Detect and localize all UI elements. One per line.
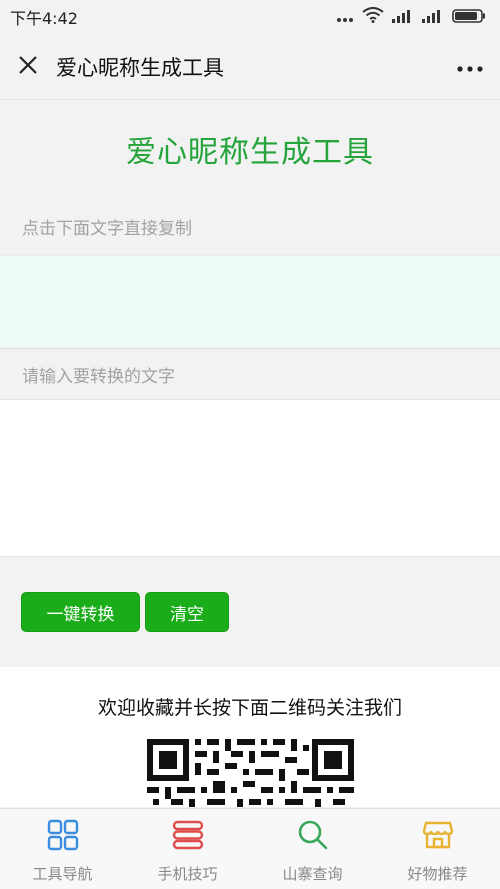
status-time: 下午4:42 xyxy=(10,9,78,28)
clear-button[interactable]: 清空 xyxy=(145,592,229,632)
shop-icon xyxy=(422,819,454,855)
tab-label: 工具导航 xyxy=(32,865,93,883)
action-buttons: 一键转换 清空 xyxy=(0,557,500,667)
text-input[interactable] xyxy=(0,399,500,557)
tab-label: 山寨查询 xyxy=(282,865,343,883)
signal-icon xyxy=(422,8,444,27)
signal-icon xyxy=(392,8,414,27)
page-title: 爱心昵称生成工具 xyxy=(56,55,224,80)
grid-icon xyxy=(47,819,79,855)
tab-fake-check[interactable]: 山寨查询 xyxy=(250,809,375,889)
follow-promo: 欢迎收藏并长按下面二维码关注我们 xyxy=(0,667,500,807)
nav-bar: 爱心昵称生成工具 xyxy=(0,34,500,100)
tab-label: 手机技巧 xyxy=(157,865,218,883)
bottom-tab-bar: 工具导航 手机技巧 山寨查询 好物推荐 xyxy=(0,808,500,889)
output-label: 点击下面文字直接复制 xyxy=(22,218,192,239)
more-button[interactable] xyxy=(440,34,500,100)
tab-phone-tips[interactable]: 手机技巧 xyxy=(125,809,250,889)
main-content: 爱心昵称生成工具 点击下面文字直接复制 请输入要转换的文字 一键转换 清空 欢迎… xyxy=(0,101,500,807)
wifi-icon xyxy=(362,7,384,27)
close-icon xyxy=(18,55,38,79)
tab-good-products[interactable]: 好物推荐 xyxy=(375,809,500,889)
convert-button[interactable]: 一键转换 xyxy=(21,592,140,632)
input-label: 请输入要转换的文字 xyxy=(22,366,175,387)
promo-text: 欢迎收藏并长按下面二维码关注我们 xyxy=(97,697,402,719)
search-icon xyxy=(297,819,329,855)
more-icon xyxy=(457,57,483,76)
qr-code[interactable] xyxy=(147,739,354,807)
output-result-box[interactable] xyxy=(0,255,500,349)
battery-icon xyxy=(452,8,486,27)
tool-heading: 爱心昵称生成工具 xyxy=(126,135,374,170)
tab-label: 好物推荐 xyxy=(407,865,468,883)
list-icon xyxy=(172,819,204,855)
tab-tools-nav[interactable]: 工具导航 xyxy=(0,809,125,889)
status-icons xyxy=(336,7,486,27)
close-button[interactable] xyxy=(0,34,56,100)
more-dots-icon xyxy=(336,8,354,27)
status-bar: 下午4:42 xyxy=(0,0,500,34)
